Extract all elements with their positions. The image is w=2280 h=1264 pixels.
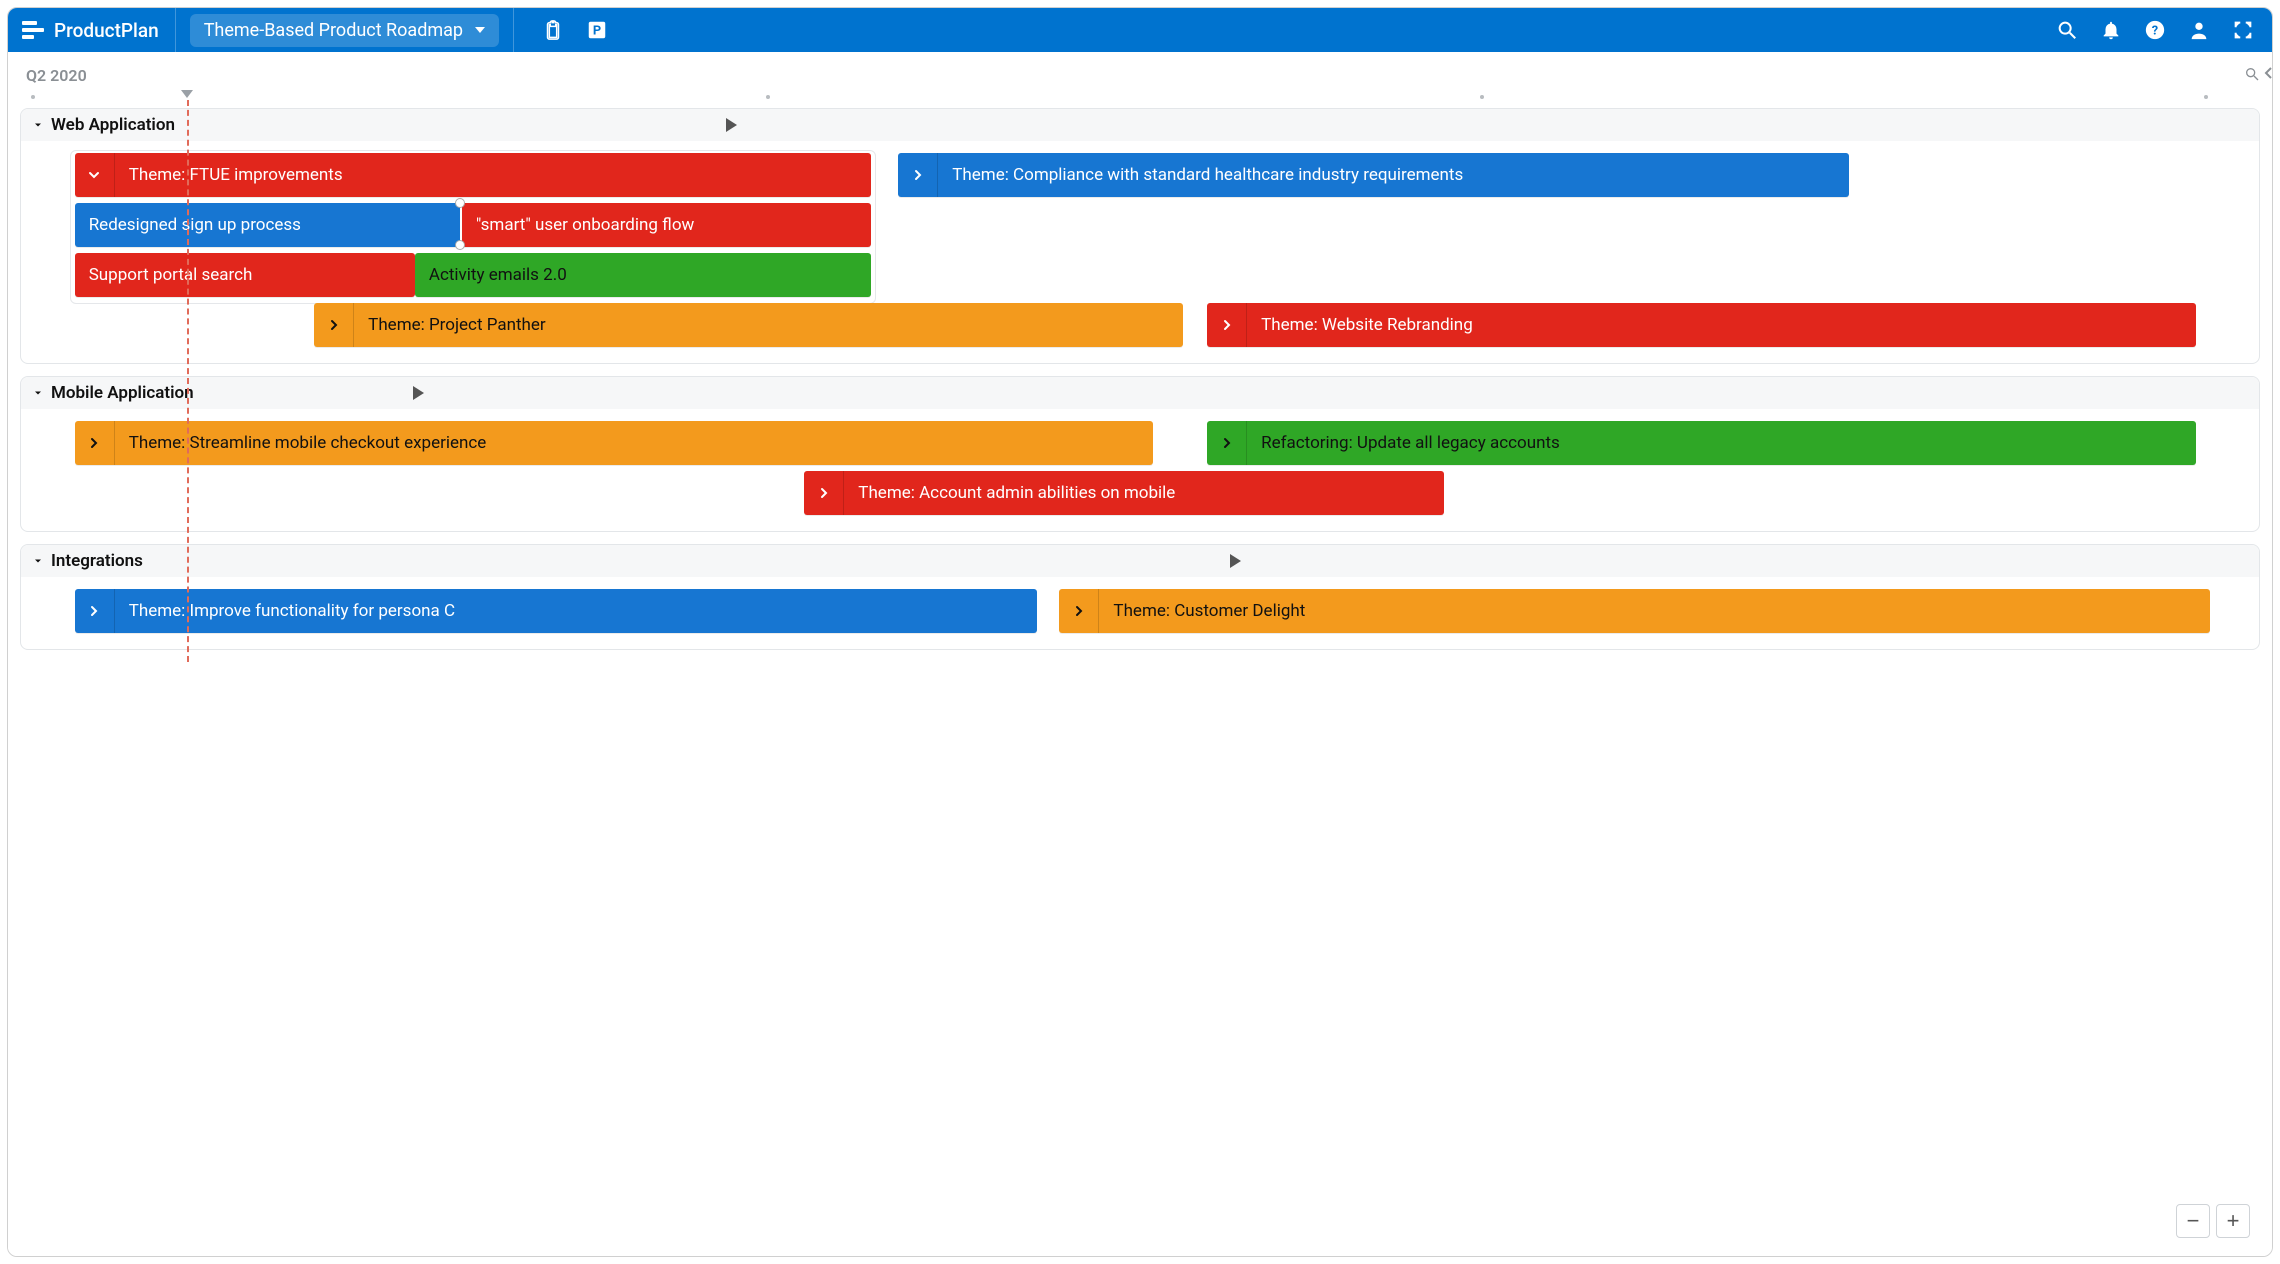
lane: Integrations Theme: Improve functionality… [20, 544, 2260, 650]
today-marker-icon [181, 90, 193, 100]
timeline-tick [1480, 95, 1484, 99]
roadmap-selector[interactable]: Theme-Based Product Roadmap [190, 14, 499, 47]
roadmap-bar[interactable]: Redesigned sign up process [75, 203, 460, 247]
user-icon[interactable] [2188, 19, 2210, 41]
lane-title: Integrations [51, 551, 143, 571]
fullscreen-icon[interactable] [2232, 19, 2254, 41]
bar-label: Theme: Project Panther [354, 315, 546, 335]
chevron-right-icon [804, 471, 844, 515]
lane-row: Support portal search Activity emails 2.0 [21, 253, 2259, 297]
lane-body: Theme: Streamline mobile checkout experi… [21, 409, 2259, 531]
roadmap-bar[interactable]: Theme: Streamline mobile checkout experi… [75, 421, 1154, 465]
roadmap-name: Theme-Based Product Roadmap [204, 20, 463, 41]
chevron-down-icon [75, 153, 115, 197]
roadmap-bar[interactable]: Theme: Project Panther [314, 303, 1182, 347]
timeline-search-icon[interactable] [2244, 66, 2260, 86]
lane-row: Theme: Improve functionality for persona… [21, 589, 2259, 633]
lane: Mobile Application Theme: Streamline mobi… [20, 376, 2260, 532]
lane-play-icon[interactable] [726, 118, 737, 132]
parking-lot-icon[interactable]: P [586, 19, 608, 41]
chevron-right-icon [75, 421, 115, 465]
bar-label: Theme: Improve functionality for persona… [115, 601, 455, 621]
lane-body: Theme: FTUE improvements Theme: Complianc… [21, 141, 2259, 363]
brand-name: ProductPlan [54, 19, 159, 42]
lane-body: Theme: Improve functionality for persona… [21, 577, 2259, 649]
bar-label: Theme: Customer Delight [1099, 601, 1305, 621]
period-label: Q2 2020 [26, 66, 87, 85]
brand[interactable]: ProductPlan [8, 8, 175, 52]
zoom-in-button[interactable]: + [2216, 1204, 2250, 1238]
chevron-right-icon [1207, 421, 1247, 465]
lane-row: Theme: Account admin abilities on mobile [21, 471, 2259, 515]
svg-text:P: P [593, 24, 601, 39]
roadmap-bar[interactable]: Theme: Customer Delight [1059, 589, 2209, 633]
chevron-right-icon [75, 589, 115, 633]
lane-title: Web Application [51, 115, 175, 135]
roadmap-bar[interactable]: Theme: FTUE improvements [75, 153, 872, 197]
divider [513, 8, 514, 52]
help-icon[interactable]: ? [2144, 19, 2166, 41]
connector-dot[interactable] [456, 241, 464, 249]
timeline-tick [31, 95, 35, 99]
lane-header[interactable]: Web Application [21, 109, 2259, 141]
roadmap-bar[interactable]: Refactoring: Update all legacy accounts [1207, 421, 2196, 465]
timeline-canvas[interactable]: Q2 2020 Web Application Theme: FTUE impro… [8, 52, 2272, 1256]
productplan-logo-icon [22, 21, 44, 39]
roadmap-bar[interactable]: Support portal search [75, 253, 415, 297]
bell-icon[interactable] [2100, 19, 2122, 41]
lane: Web ApplicationTheme: FTUE improvementsT… [20, 108, 2260, 364]
bar-label: Activity emails 2.0 [415, 265, 567, 285]
collapse-panel-icon[interactable] [2264, 66, 2272, 84]
svg-text:?: ? [2152, 24, 2158, 39]
roadmap-bar[interactable]: "smart" user onboarding flow [462, 203, 872, 247]
bar-label: "smart" user onboarding flow [462, 215, 694, 235]
lane-row: Theme: Project Panther Theme: Website Reb… [21, 303, 2259, 347]
lane-header[interactable]: Integrations [21, 545, 2259, 577]
app-frame: ProductPlan Theme-Based Product Roadmap … [7, 7, 2273, 1257]
connector-dot[interactable] [456, 199, 464, 207]
lane-row: Redesigned sign up process "smart" user o… [21, 203, 2259, 247]
lane-title: Mobile Application [51, 383, 194, 403]
lane-row: Theme: FTUE improvements Theme: Complianc… [21, 153, 2259, 197]
clipboard-icon[interactable] [542, 19, 564, 41]
topbar-left-icons: P [542, 19, 608, 41]
timeline-tick [766, 95, 770, 99]
lanes-container: Web ApplicationTheme: FTUE improvementsT… [20, 108, 2260, 662]
divider [175, 8, 176, 52]
bar-label: Support portal search [75, 265, 253, 285]
chevron-down-icon [31, 118, 45, 132]
caret-down-icon [475, 27, 485, 33]
bar-label: Theme: Website Rebranding [1247, 315, 1473, 335]
roadmap-bar[interactable]: Theme: Compliance with standard healthca… [898, 153, 1849, 197]
bar-label: Theme: Compliance with standard healthca… [938, 165, 1463, 185]
lane-header[interactable]: Mobile Application [21, 377, 2259, 409]
bar-label: Theme: Streamline mobile checkout experi… [115, 433, 487, 453]
roadmap-bar[interactable]: Theme: Improve functionality for persona… [75, 589, 1037, 633]
topbar: ProductPlan Theme-Based Product Roadmap … [8, 8, 2272, 52]
bar-label: Theme: FTUE improvements [115, 165, 343, 185]
bar-label: Refactoring: Update all legacy accounts [1247, 433, 1560, 453]
zoom-out-button[interactable]: − [2176, 1204, 2210, 1238]
chevron-right-icon [1207, 303, 1247, 347]
lane-play-icon[interactable] [413, 386, 424, 400]
zoom-controls: − + [2176, 1204, 2250, 1238]
chevron-down-icon [31, 386, 45, 400]
search-icon[interactable] [2056, 19, 2078, 41]
lane-row: Theme: Streamline mobile checkout experi… [21, 421, 2259, 465]
chevron-right-icon [898, 153, 938, 197]
lane-play-icon[interactable] [1230, 554, 1241, 568]
chevron-right-icon [1059, 589, 1099, 633]
chevron-down-icon [31, 554, 45, 568]
roadmap-bar[interactable]: Theme: Account admin abilities on mobile [804, 471, 1444, 515]
tick-row [8, 92, 2272, 102]
timeline-tick [2204, 95, 2208, 99]
bar-label: Redesigned sign up process [75, 215, 301, 235]
topbar-right-icons: ? [2056, 19, 2262, 41]
roadmap-bar[interactable]: Theme: Website Rebranding [1207, 303, 2196, 347]
bar-label: Theme: Account admin abilities on mobile [844, 483, 1175, 503]
roadmap-bar[interactable]: Activity emails 2.0 [415, 253, 872, 297]
chevron-right-icon [314, 303, 354, 347]
